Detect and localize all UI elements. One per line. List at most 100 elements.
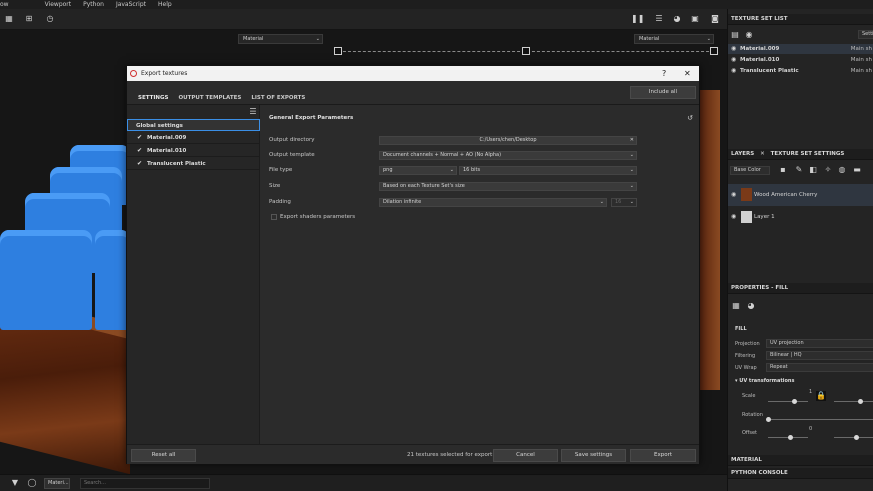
export-shaders-checkbox[interactable]	[271, 214, 277, 220]
eye-icon[interactable]: ◉	[731, 66, 736, 76]
reset-all-button[interactable]: Reset all	[131, 449, 196, 462]
status-bar: ▼ ◯ Materi... Search...	[0, 474, 727, 491]
shelf-search-input[interactable]: Search...	[80, 478, 210, 489]
bounds-handle[interactable]	[522, 47, 530, 55]
add-filter-icon[interactable]: ◍	[837, 165, 847, 175]
tab-layers[interactable]: LAYERS	[731, 151, 754, 157]
sliders-icon[interactable]: ☰	[654, 14, 664, 24]
menu-viewport[interactable]: Viewport	[45, 1, 72, 8]
add-icon[interactable]: ⊞	[24, 14, 34, 24]
filtering-select[interactable]: Bilinear | HQ	[766, 351, 873, 360]
projection-select[interactable]: UV projection	[766, 339, 873, 348]
layers-tab-bar: LAYERS ✕ TEXTURE SET SETTINGS	[728, 149, 873, 160]
eye-icon[interactable]: ◉	[731, 184, 736, 206]
help-button[interactable]: ?	[662, 66, 666, 81]
include-all-button[interactable]: Include all	[630, 86, 696, 99]
export-button[interactable]: Export	[630, 449, 696, 462]
clear-icon[interactable]: ✕	[630, 137, 634, 144]
scale-slider[interactable]	[768, 401, 808, 402]
shelf-filter-chip[interactable]: Materi...	[44, 478, 70, 489]
output-template-label: Output template	[269, 152, 315, 158]
tab-texture-set-settings[interactable]: TEXTURE SET SETTINGS	[771, 151, 845, 157]
list-item[interactable]: ✔ Translucent Plastic	[127, 158, 260, 170]
offset-u-slider-knob[interactable]	[788, 435, 793, 440]
eye-icon[interactable]: ◉	[731, 44, 736, 54]
fill-properties-icon[interactable]: ▦	[731, 301, 741, 311]
eye-icon[interactable]: ◉	[744, 30, 754, 40]
output-directory-field[interactable]: C:/Users/chen/Desktop ✕	[379, 136, 637, 145]
layer-row[interactable]: ◉ Wood American Cherry	[728, 184, 873, 206]
checkmark-icon[interactable]: ✔	[137, 145, 142, 157]
cancel-button[interactable]: Cancel	[493, 449, 558, 462]
menu-python[interactable]: Python	[83, 1, 104, 8]
texture-set-settings-button[interactable]: Setti	[858, 30, 873, 39]
screenshot-icon[interactable]: ◙	[710, 14, 720, 24]
padding-value: Dilation infinite	[383, 199, 422, 205]
texture-set-row[interactable]: ◉ Material.009 Main sh	[728, 44, 873, 54]
bit-depth-select[interactable]: 16 bits ⌄	[459, 166, 637, 175]
menu-help[interactable]: Help	[158, 1, 172, 8]
material-header: MATERIAL	[728, 455, 873, 466]
dialog-footer: Reset all 21 textures selected for expor…	[127, 444, 699, 464]
padding-select[interactable]: Dilation infinite ⌄	[379, 198, 607, 207]
bounds-handle[interactable]	[334, 47, 342, 55]
viewport-left-channel-select[interactable]: Material ⌄	[238, 34, 323, 44]
file-type-select[interactable]: png ⌄	[379, 166, 457, 175]
texture-set-shader[interactable]: Main sh	[851, 66, 872, 76]
toggle-icon[interactable]: ◯	[27, 478, 37, 488]
dialog-title: Export textures	[141, 70, 188, 77]
scale-slider-knob[interactable]	[792, 399, 797, 404]
chevron-down-icon: ⌄	[629, 152, 634, 158]
list-options-icon[interactable]: ☰	[248, 107, 258, 117]
bounds-handle[interactable]	[710, 47, 718, 55]
file-type-value: png	[383, 167, 393, 173]
rotation-slider-knob[interactable]	[766, 417, 771, 422]
add-folder-icon[interactable]: ▬	[852, 165, 862, 175]
material-sphere-icon[interactable]: ◕	[746, 301, 756, 311]
scale-slider-v[interactable]	[834, 401, 873, 402]
save-settings-button[interactable]: Save settings	[561, 449, 626, 462]
scale-slider-v-knob[interactable]	[858, 399, 863, 404]
output-template-select[interactable]: Document channels + Normal + AO (No Alph…	[379, 151, 637, 160]
reset-icon[interactable]: ↺	[687, 114, 693, 122]
layers-view-icon[interactable]: ▤	[730, 30, 740, 40]
chevron-down-icon: ⌄	[599, 199, 604, 205]
size-select[interactable]: Based on each Texture Set's size ⌄	[379, 182, 637, 191]
eye-icon[interactable]: ◉	[731, 207, 736, 227]
uv-wrap-select[interactable]: Repeat	[766, 363, 873, 372]
camera-icon[interactable]: ▣	[690, 14, 700, 24]
grid-icon[interactable]: ▦	[4, 14, 14, 24]
menu-window[interactable]: ow	[0, 1, 9, 8]
add-effect-icon[interactable]: ✧	[823, 165, 833, 175]
list-item[interactable]: ✔ Material.009	[127, 132, 260, 144]
blend-mode-select[interactable]: Base Color	[730, 166, 770, 175]
texture-set-shader[interactable]: Main sh	[851, 44, 872, 54]
list-item-global-settings[interactable]: Global settings	[127, 119, 260, 131]
menu-javascript[interactable]: JavaScript	[116, 1, 146, 8]
close-icon[interactable]: ✕	[760, 151, 765, 157]
filtering-label: Filtering	[735, 353, 756, 359]
viewport-right-channel-select[interactable]: Material ⌄	[634, 34, 714, 44]
list-item-label: Material.010	[147, 148, 187, 154]
checkmark-icon[interactable]: ✔	[137, 158, 142, 170]
eye-icon[interactable]: ◉	[731, 55, 736, 65]
add-mask-icon[interactable]: ◧	[808, 165, 818, 175]
close-button[interactable]: ✕	[684, 66, 691, 81]
checkmark-icon[interactable]: ✔	[137, 132, 142, 144]
add-paint-layer-icon[interactable]: ✎	[794, 165, 804, 175]
history-icon[interactable]: ◷	[45, 14, 55, 24]
lock-icon[interactable]: 🔒	[816, 391, 826, 401]
pause-icon[interactable]: ❚❚	[631, 14, 644, 24]
filter-icon[interactable]: ▼	[10, 478, 20, 488]
layer-row[interactable]: ◉ Layer 1	[728, 207, 873, 227]
rotation-slider[interactable]	[768, 419, 873, 420]
layer-thumbnail	[741, 211, 752, 223]
offset-v-slider-knob[interactable]	[854, 435, 859, 440]
add-fill-layer-icon[interactable]: ▪	[778, 165, 788, 175]
texture-set-shader[interactable]: Main sh	[851, 55, 872, 65]
texture-set-row[interactable]: ◉ Material.010 Main sh	[728, 55, 873, 65]
list-item[interactable]: ✔ Material.010	[127, 145, 260, 157]
texture-set-row[interactable]: ◉ Translucent Plastic Main sh	[728, 66, 873, 76]
uv-transformations-label[interactable]: ▾ UV transformations	[735, 378, 794, 384]
render-sphere-icon[interactable]: ◕	[672, 14, 682, 24]
